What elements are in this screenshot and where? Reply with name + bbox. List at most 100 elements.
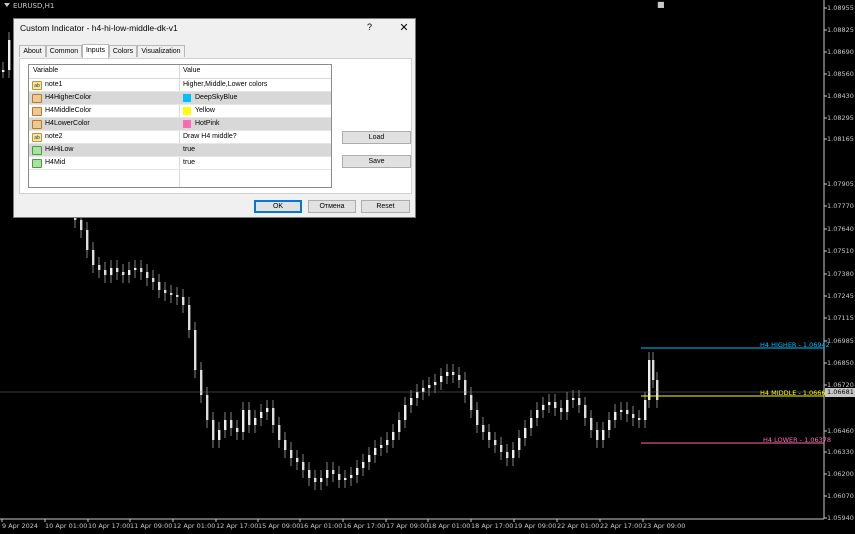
help-icon[interactable]: ? <box>367 22 372 32</box>
candle-body <box>554 402 557 408</box>
candle-body <box>398 420 401 432</box>
price-label: 1.08560 <box>827 70 854 78</box>
input-variable-name: note2 <box>45 133 63 140</box>
candle-body <box>626 410 629 414</box>
candle-body <box>320 478 323 482</box>
save-button[interactable]: Save <box>342 155 411 168</box>
price-label: 1.07905 <box>827 180 854 188</box>
symbol-label: EURUSD,H1 <box>4 2 54 10</box>
load-button[interactable]: Load <box>342 131 411 144</box>
input-row-note2[interactable]: ab note2 Draw H4 middle? <box>29 131 331 144</box>
candle-body <box>368 455 371 462</box>
input-row-h4lowercolor[interactable]: H4LowerColor HotPink <box>29 118 331 131</box>
input-value[interactable]: Draw H4 middle? <box>183 133 237 140</box>
color-swatch[interactable] <box>183 107 191 115</box>
candle-body <box>620 410 623 412</box>
input-value[interactable]: Yellow <box>195 107 215 114</box>
time-label: 11 Apr 09:00 <box>130 522 173 530</box>
candle-body <box>524 428 527 438</box>
price-label: 1.06985 <box>827 337 854 345</box>
candle-body <box>566 400 569 412</box>
price-label: 1.06070 <box>827 492 854 500</box>
reset-button[interactable]: Reset <box>361 200 410 213</box>
input-value[interactable]: HotPink <box>195 120 220 127</box>
column-value[interactable]: Value <box>183 67 200 74</box>
candle-body <box>296 458 299 462</box>
cancel-button[interactable]: Отмена <box>308 200 356 213</box>
input-value[interactable]: DeepSkyBlue <box>195 94 237 101</box>
candle-body <box>200 370 203 395</box>
input-variable-name: H4HigherColor <box>45 94 92 101</box>
candle-body <box>494 440 497 445</box>
candle-body <box>230 420 233 428</box>
candle-body <box>128 270 131 275</box>
candle-body <box>548 402 551 405</box>
input-variable-name: note1 <box>45 81 63 88</box>
candle-body <box>644 400 647 420</box>
time-label: 17 Apr 09:00 <box>386 522 429 530</box>
tab-visualization[interactable]: Visualization <box>137 45 185 57</box>
color-swatch[interactable] <box>183 94 191 102</box>
minimize-icon[interactable]: ■ <box>657 0 665 9</box>
input-row-h4hilow[interactable]: H4HiLow true <box>29 144 331 157</box>
price-label: 1.08955 <box>827 4 854 12</box>
input-row-h4mid[interactable]: H4Mid true <box>29 157 331 170</box>
candle-body <box>326 470 329 478</box>
price-label: 1.06330 <box>827 448 854 456</box>
input-value[interactable]: true <box>183 146 195 153</box>
candle-body <box>146 272 149 278</box>
tab-colors[interactable]: Colors <box>109 45 137 57</box>
candle-body <box>476 410 479 425</box>
candle-body <box>248 410 251 425</box>
dialog-title: Custom Indicator - h4-hi-low-middle-dk-v… <box>20 23 178 33</box>
input-row-h4highercolor[interactable]: H4HigherColor DeepSkyBlue <box>29 92 331 105</box>
candle-body <box>344 478 347 480</box>
candle-body <box>434 382 437 385</box>
candle-body <box>140 268 143 272</box>
candle-body <box>500 445 503 452</box>
candle-body <box>98 265 101 270</box>
tab-common[interactable]: Common <box>46 45 82 57</box>
candle-body <box>608 420 611 430</box>
tab-about[interactable]: About <box>19 45 46 57</box>
candle-body <box>302 462 305 470</box>
input-value[interactable]: Higher,Middle,Lower colors <box>183 81 267 88</box>
price-label: 1.08690 <box>827 48 854 56</box>
candle-body <box>380 445 383 448</box>
candle-body <box>632 414 635 418</box>
color-swatch[interactable] <box>183 120 191 128</box>
time-label: 18 Apr 17:00 <box>471 522 514 530</box>
input-row-h4middlecolor[interactable]: H4MiddleColor Yellow <box>29 105 331 118</box>
price-label: 1.06850 <box>827 359 854 367</box>
price-label: 1.07245 <box>827 292 854 300</box>
candle-body <box>278 425 281 440</box>
candle-body <box>254 418 257 425</box>
candle-body <box>602 430 605 440</box>
candle-body <box>332 470 335 474</box>
time-label: 19 Apr 09:00 <box>514 522 557 530</box>
candle-body <box>392 432 395 440</box>
candle-body <box>92 250 95 265</box>
input-value[interactable]: true <box>183 159 195 166</box>
candle-body <box>266 408 269 412</box>
candle-body <box>422 388 425 392</box>
close-icon[interactable]: ✕ <box>395 19 413 37</box>
time-label: 22 Apr 17:00 <box>600 522 643 530</box>
time-label: 22 Apr 01:00 <box>557 522 600 530</box>
inputs-grid[interactable]: Variable Value ab note1 Higher,Middle,Lowe… <box>28 64 332 188</box>
tab-inputs[interactable]: Inputs <box>82 44 109 58</box>
dropdown-triangle-icon[interactable] <box>4 3 10 7</box>
input-row-note1[interactable]: ab note1 Higher,Middle,Lower colors <box>29 79 331 92</box>
column-variable[interactable]: Variable <box>33 67 58 74</box>
candle-body <box>206 395 209 420</box>
ok-button[interactable]: OK <box>254 200 302 213</box>
candle-body <box>638 418 641 420</box>
bool-type-icon <box>32 146 42 155</box>
input-variable-name: H4MiddleColor <box>45 107 92 114</box>
price-label: 1.08165 <box>827 135 854 143</box>
candle-body <box>224 420 227 430</box>
price-label: 1.07380 <box>827 270 854 278</box>
candle-body <box>428 385 431 388</box>
custom-indicator-dialog: Custom Indicator - h4-hi-low-middle-dk-v… <box>13 18 416 218</box>
string-type-icon: ab <box>32 133 42 142</box>
